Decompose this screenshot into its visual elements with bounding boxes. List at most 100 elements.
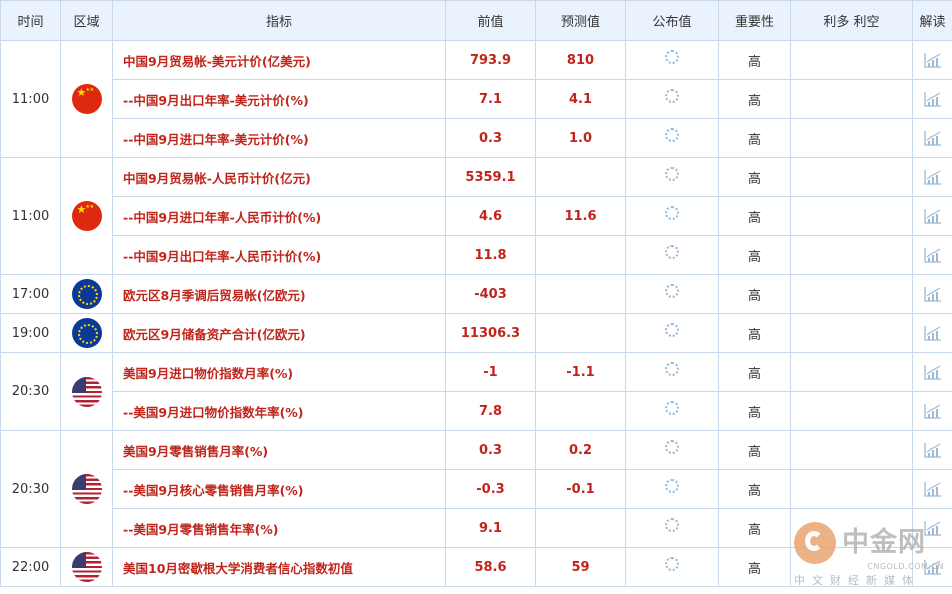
indicator-name[interactable]: --美国9月核心零售销售月率(%)	[112, 469, 446, 509]
header-impact: 利多 利空	[790, 0, 913, 41]
indicator-name[interactable]: --美国9月零售销售年率(%)	[112, 508, 446, 548]
line-chart-icon[interactable]	[923, 169, 942, 185]
previous-value: 7.1	[445, 79, 536, 119]
indicator-name[interactable]: --中国9月出口年率-美元计价(%)	[112, 79, 446, 119]
indicator-name[interactable]: --中国9月出口年率-人民币计价(%)	[112, 235, 446, 275]
region-cell	[60, 547, 113, 587]
forecast-value: -0.1	[535, 469, 626, 509]
line-chart-icon[interactable]	[923, 325, 942, 341]
loading-spinner-icon	[665, 556, 679, 571]
line-chart-icon[interactable]	[923, 130, 942, 146]
region-cell	[60, 274, 113, 314]
actual-value	[625, 313, 719, 353]
indicator-name[interactable]: 美国10月密歇根大学消费者信心指数初值	[112, 547, 446, 587]
actual-value	[625, 352, 719, 392]
indicator-name[interactable]: 中国9月贸易帐-美元计价(亿美元)	[112, 40, 446, 80]
line-chart-icon[interactable]	[923, 52, 942, 68]
analysis-cell[interactable]	[912, 157, 952, 197]
line-chart-icon[interactable]	[923, 286, 942, 302]
importance-value: 高	[718, 118, 791, 158]
forecast-value	[535, 391, 626, 431]
previous-value: 793.9	[445, 40, 536, 80]
indicator-name[interactable]: --中国9月进口年率-人民币计价(%)	[112, 196, 446, 236]
table-row: 22:00 美国10月密歇根大学消费者信心指数初值 58.6 59 高	[0, 547, 952, 587]
region-cell	[60, 313, 113, 353]
loading-spinner-icon	[665, 283, 679, 298]
event-time: 22:00	[0, 547, 61, 587]
event-time: 19:00	[0, 313, 61, 353]
header-region: 区域	[60, 0, 113, 41]
indicator-name[interactable]: 欧元区8月季调后贸易帐(亿欧元)	[112, 274, 446, 314]
region-cell	[60, 40, 113, 158]
indicator-name[interactable]: 欧元区9月储备资产合计(亿欧元)	[112, 313, 446, 353]
line-chart-icon[interactable]	[923, 403, 942, 419]
analysis-cell[interactable]	[912, 469, 952, 509]
actual-value	[625, 391, 719, 431]
china-flag-icon	[71, 201, 102, 231]
actual-value	[625, 40, 719, 80]
analysis-cell[interactable]	[912, 274, 952, 314]
impact-value	[790, 430, 913, 470]
analysis-cell[interactable]	[912, 352, 952, 392]
actual-value	[625, 157, 719, 197]
indicator-name[interactable]: 中国9月贸易帐-人民币计价(亿元)	[112, 157, 446, 197]
previous-value: 4.6	[445, 196, 536, 236]
eu-stars-ring	[77, 324, 98, 344]
analysis-cell[interactable]	[912, 118, 952, 158]
importance-value: 高	[718, 547, 791, 587]
previous-value: -0.3	[445, 469, 536, 509]
previous-value: 5359.1	[445, 157, 536, 197]
indicator-name[interactable]: --中国9月进口年率-美元计价(%)	[112, 118, 446, 158]
actual-value	[625, 274, 719, 314]
actual-value	[625, 469, 719, 509]
header-time: 时间	[0, 0, 61, 41]
loading-spinner-icon	[665, 517, 679, 532]
line-chart-icon[interactable]	[923, 247, 942, 263]
event-time: 20:30	[0, 430, 61, 548]
event-time: 20:30	[0, 352, 61, 431]
impact-value	[790, 352, 913, 392]
loading-spinner-icon	[665, 478, 679, 493]
analysis-cell[interactable]	[912, 40, 952, 80]
analysis-cell[interactable]	[912, 547, 952, 587]
forecast-value	[535, 274, 626, 314]
forecast-value: 4.1	[535, 79, 626, 119]
forecast-value: 0.2	[535, 430, 626, 470]
analysis-cell[interactable]	[912, 391, 952, 431]
forecast-value	[535, 235, 626, 275]
header-forecast: 预测值	[535, 0, 626, 41]
analysis-cell[interactable]	[912, 430, 952, 470]
line-chart-icon[interactable]	[923, 364, 942, 380]
indicator-name[interactable]: --美国9月进口物价指数年率(%)	[112, 391, 446, 431]
analysis-cell[interactable]	[912, 313, 952, 353]
table-row: --中国9月进口年率-人民币计价(%) 4.6 11.6 高	[1, 196, 952, 236]
indicator-name[interactable]: 美国9月进口物价指数月率(%)	[112, 352, 446, 392]
line-chart-icon[interactable]	[923, 559, 942, 575]
loading-spinner-icon	[665, 88, 679, 103]
impact-value	[790, 508, 913, 548]
region-cell	[60, 352, 113, 431]
line-chart-icon[interactable]	[923, 520, 942, 536]
previous-value: 0.3	[445, 430, 536, 470]
previous-value: 9.1	[445, 508, 536, 548]
line-chart-icon[interactable]	[923, 208, 942, 224]
line-chart-icon[interactable]	[923, 442, 942, 458]
analysis-cell[interactable]	[912, 508, 952, 548]
previous-value: 11306.3	[445, 313, 536, 353]
importance-value: 高	[718, 196, 791, 236]
indicator-name[interactable]: 美国9月零售销售月率(%)	[112, 430, 446, 470]
analysis-cell[interactable]	[912, 235, 952, 275]
impact-value	[790, 40, 913, 80]
china-flag-icon	[71, 84, 102, 114]
previous-value: 0.3	[445, 118, 536, 158]
region-cell	[60, 157, 113, 275]
line-chart-icon[interactable]	[923, 481, 942, 497]
previous-value: 7.8	[445, 391, 536, 431]
analysis-cell[interactable]	[912, 196, 952, 236]
table-row: --中国9月出口年率-人民币计价(%) 11.8 高	[1, 235, 952, 275]
loading-spinner-icon	[665, 439, 679, 454]
impact-value	[790, 391, 913, 431]
line-chart-icon[interactable]	[923, 91, 942, 107]
event-time: 11:00	[0, 40, 61, 158]
analysis-cell[interactable]	[912, 79, 952, 119]
